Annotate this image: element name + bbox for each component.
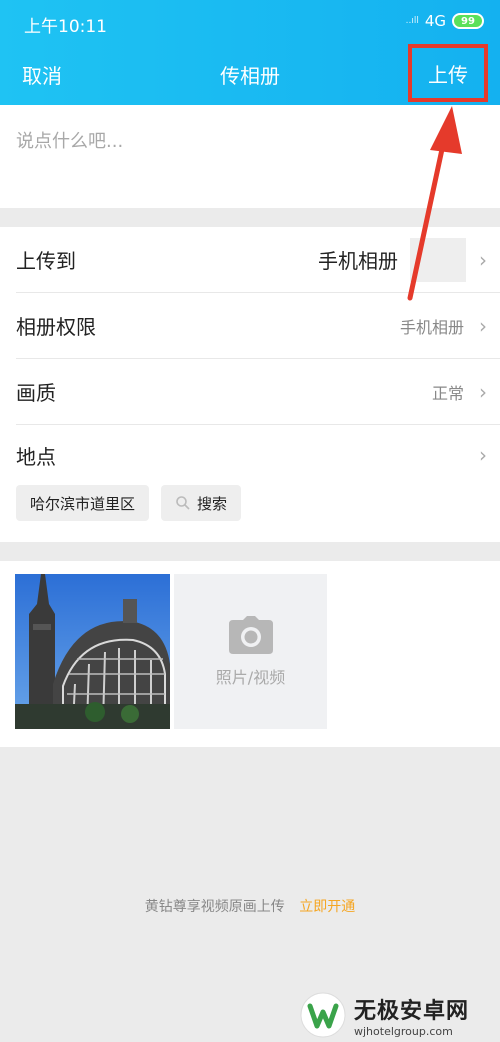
- add-photo-video-label: 照片/视频: [215, 667, 286, 687]
- network-type: 4G: [424, 12, 446, 30]
- location-search-chip[interactable]: 搜索: [161, 485, 242, 521]
- photo-image: [15, 574, 170, 729]
- search-icon: [176, 496, 190, 510]
- camera-icon: [228, 615, 273, 654]
- location-chips: 哈尔滨市道里区 搜索: [16, 485, 242, 521]
- status-time: 上午10:11: [24, 17, 107, 37]
- quality-row[interactable]: 画质 正常 ›: [16, 359, 500, 425]
- app-header: 上午10:11 ..ıll 4G 99 取消 传相册 上传: [0, 0, 500, 105]
- battery-level: 99: [461, 15, 475, 27]
- chevron-right-icon: ›: [479, 379, 487, 404]
- add-photo-video-button[interactable]: 照片/视频: [174, 574, 327, 729]
- signal-icon: ..ıll: [405, 16, 419, 26]
- location-label: 地点: [16, 444, 56, 469]
- permission-value: 手机相册: [399, 317, 464, 337]
- site-logo-icon: [300, 992, 346, 1038]
- settings-list: 上传到 手机相册 › 相册权限 手机相册 › 画质 正常 › 地点 › 哈尔滨市…: [0, 227, 500, 542]
- watermark-url: wjhotelgroup.com: [354, 1024, 453, 1038]
- status-bar-right: ..ıll 4G 99: [406, 12, 484, 30]
- permission-row[interactable]: 相册权限 手机相册 ›: [16, 293, 500, 359]
- promo-banner: 黄钻尊享视频原画上传 立即开通: [0, 896, 500, 916]
- permission-label: 相册权限: [16, 315, 96, 339]
- upload-to-row[interactable]: 上传到 手机相册 ›: [16, 227, 500, 293]
- site-watermark: 无极安卓网 wjhotelgroup.com: [300, 988, 500, 1042]
- cancel-button[interactable]: 取消: [22, 60, 62, 89]
- watermark-name: 无极安卓网: [354, 998, 470, 1024]
- promo-text: 黄钻尊享视频原画上传: [144, 899, 285, 915]
- city-chip-label: 哈尔滨市道里区: [30, 494, 136, 513]
- location-row[interactable]: 地点 ›: [16, 425, 500, 485]
- upload-button-label: 上传: [428, 62, 468, 87]
- battery-icon: 99: [452, 13, 484, 29]
- chevron-right-icon: ›: [479, 443, 487, 467]
- quality-label: 画质: [16, 381, 56, 405]
- media-section: 照片/视频: [0, 561, 500, 747]
- quality-value: 正常: [431, 383, 464, 403]
- selected-photo-thumbnail[interactable]: [15, 574, 170, 729]
- upload-to-value: 手机相册: [318, 249, 398, 273]
- watermark-text: 无极安卓网 wjhotelgroup.com: [354, 993, 469, 1038]
- chevron-right-icon: ›: [479, 313, 487, 338]
- album-thumbnail: [410, 237, 466, 282]
- chevron-right-icon: ›: [479, 247, 487, 272]
- compose-area: [0, 105, 500, 208]
- activate-link[interactable]: 立即开通: [299, 899, 355, 915]
- search-chip-label: 搜索: [197, 494, 228, 513]
- caption-input[interactable]: [0, 105, 500, 208]
- upload-to-label: 上传到: [16, 249, 76, 273]
- location-chip-city[interactable]: 哈尔滨市道里区: [16, 485, 150, 521]
- upload-button[interactable]: 上传: [408, 44, 488, 102]
